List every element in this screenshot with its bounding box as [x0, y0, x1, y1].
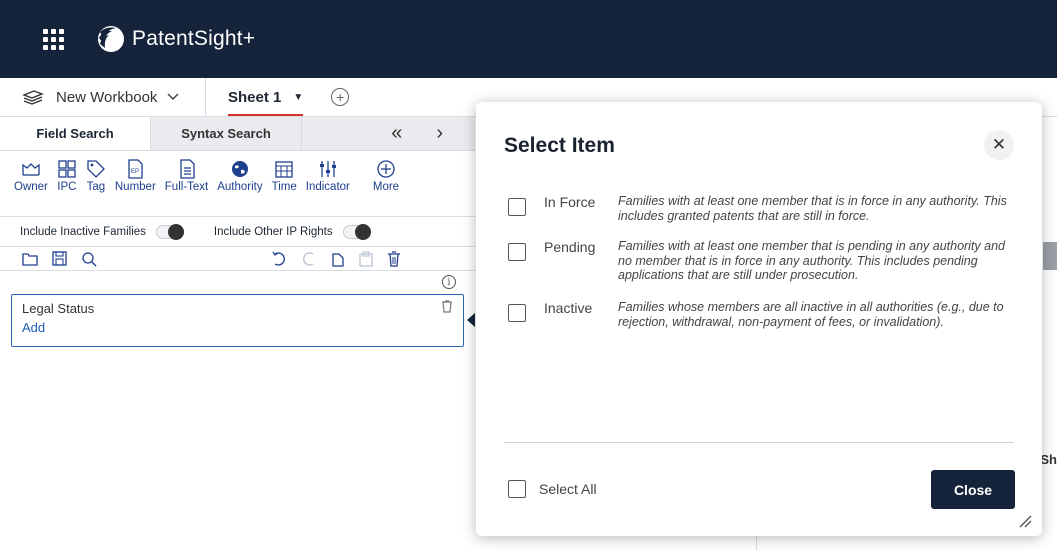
popover-pointer: [467, 313, 475, 327]
number-icon: EP: [128, 159, 143, 179]
pending-description: Families with at least one member that i…: [618, 239, 1006, 282]
include-other-ip-label: Include Other IP Rights: [213, 225, 333, 238]
globe-icon: [231, 161, 248, 177]
tag-icon: [87, 160, 105, 178]
field-ipc-button[interactable]: IPC: [57, 159, 77, 216]
search-panel: Field Search Syntax Search « › Owner IPC…: [0, 117, 475, 550]
tab-syntax-search[interactable]: Syntax Search: [151, 117, 302, 150]
close-button[interactable]: Close: [931, 470, 1015, 509]
legal-trash-icon[interactable]: [441, 300, 453, 318]
inactive-description: Families whose members are all inactive …: [618, 300, 1004, 329]
include-other-ip-switch[interactable]: [342, 223, 371, 240]
pending-checkbox[interactable]: [508, 243, 526, 261]
copy-icon[interactable]: [331, 251, 345, 267]
include-inactive-label: Include Inactive Families: [20, 225, 146, 238]
sheet-tab-label: Sheet 1: [228, 88, 282, 106]
field-time-button[interactable]: Time: [272, 159, 297, 216]
in-force-description: Families with at least one member that i…: [618, 194, 1007, 223]
workbook-icon: [22, 90, 44, 105]
pending-label: Pending: [544, 239, 596, 255]
inactive-label: Inactive: [544, 300, 593, 316]
field-ipc-label: IPC: [57, 181, 77, 193]
field-more-label: More: [372, 181, 400, 193]
indicator-icon: [319, 161, 336, 177]
filter-toggles: Include Inactive Families Include Other …: [0, 217, 475, 247]
ipc-icon: [58, 160, 76, 178]
dialog-divider: [504, 442, 1014, 443]
background-divider: [756, 535, 757, 550]
include-inactive-switch[interactable]: [155, 223, 184, 240]
logo[interactable]: PatentSight+: [96, 24, 255, 54]
dialog-title: Select Item: [504, 134, 615, 157]
in-force-checkbox[interactable]: [508, 198, 526, 216]
field-icon-bar: Owner IPC Tag EP Number Full-Text Author…: [0, 151, 475, 217]
include-other-ip-toggle-group: Include Other IP Rights: [213, 223, 371, 240]
chevron-down-icon: [167, 93, 179, 101]
app-grid-icon[interactable]: [40, 26, 66, 52]
undo-icon[interactable]: [271, 251, 287, 267]
calendar-icon: [275, 161, 293, 178]
redo-icon[interactable]: [301, 251, 317, 267]
field-tag-button[interactable]: Tag: [86, 159, 106, 216]
double-chevron-left-icon[interactable]: «: [391, 122, 402, 145]
field-owner-label: Owner: [14, 181, 48, 193]
field-number-label: Number: [114, 181, 156, 193]
app-header: PatentSight+: [0, 0, 1057, 78]
action-toolbar: [0, 247, 475, 271]
folder-icon[interactable]: [22, 252, 38, 266]
owner-icon: [22, 163, 40, 176]
trash-icon[interactable]: [387, 250, 401, 267]
inactive-checkbox[interactable]: [508, 304, 526, 322]
background-strip: [1043, 242, 1057, 270]
field-fulltext-button[interactable]: Full-Text: [165, 159, 208, 216]
option-pending: Pending Families with at least one membe…: [508, 239, 1018, 283]
close-icon[interactable]: ✕: [984, 130, 1014, 160]
field-more-button[interactable]: More: [373, 159, 399, 216]
select-all-checkbox[interactable]: [508, 480, 526, 498]
field-tag-label: Tag: [86, 181, 106, 193]
legal-status-title: Legal Status: [22, 301, 95, 316]
save-icon[interactable]: [52, 251, 67, 266]
tab-nav: « ›: [302, 117, 475, 150]
field-fulltext-label: Full-Text: [164, 181, 209, 193]
option-in-force: In Force Families with at least one memb…: [508, 194, 1018, 223]
field-indicator-button[interactable]: Indicator: [306, 159, 350, 216]
plus-circle-icon: [377, 160, 395, 178]
fulltext-icon: [179, 159, 195, 179]
tab-field-search[interactable]: Field Search: [0, 117, 151, 150]
legal-status-add-link[interactable]: Add: [22, 320, 453, 335]
field-authority-label: Authority: [217, 181, 263, 193]
field-authority-button[interactable]: Authority: [217, 159, 263, 216]
add-sheet-icon[interactable]: +: [331, 88, 350, 106]
in-force-label: In Force: [544, 194, 596, 210]
logo-mark-icon: [98, 26, 124, 52]
workbook-selector[interactable]: New Workbook: [0, 78, 206, 116]
option-inactive: Inactive Families whose members are all …: [508, 300, 1018, 329]
resize-handle-icon[interactable]: [1016, 512, 1032, 528]
chevron-right-icon[interactable]: ›: [436, 122, 443, 145]
info-icon[interactable]: i: [442, 275, 456, 289]
search-tabs: Field Search Syntax Search « ›: [0, 117, 475, 151]
field-owner-button[interactable]: Owner: [14, 159, 48, 216]
workbook-name: New Workbook: [56, 88, 158, 106]
field-time-label: Time: [271, 181, 297, 193]
paste-icon[interactable]: [359, 250, 373, 267]
legal-status-field: Legal Status Add: [11, 294, 464, 347]
field-number-button[interactable]: EP Number: [115, 159, 156, 216]
select-all-label: Select All: [539, 481, 597, 497]
select-item-dialog: Select Item ✕ In Force Families with at …: [476, 102, 1042, 536]
number-icon-badge: EP: [131, 169, 139, 175]
select-all-group: Select All: [508, 480, 597, 498]
background-label: Sh: [1040, 452, 1057, 467]
include-inactive-toggle-group: Include Inactive Families: [20, 223, 184, 240]
field-indicator-label: Indicator: [305, 181, 350, 193]
search-history-icon[interactable]: [81, 251, 97, 267]
caret-down-icon[interactable]: ▼: [293, 92, 303, 103]
tab-sheet-1[interactable]: Sheet 1 ▼: [206, 78, 325, 116]
brand-name: PatentSight+: [132, 27, 256, 50]
